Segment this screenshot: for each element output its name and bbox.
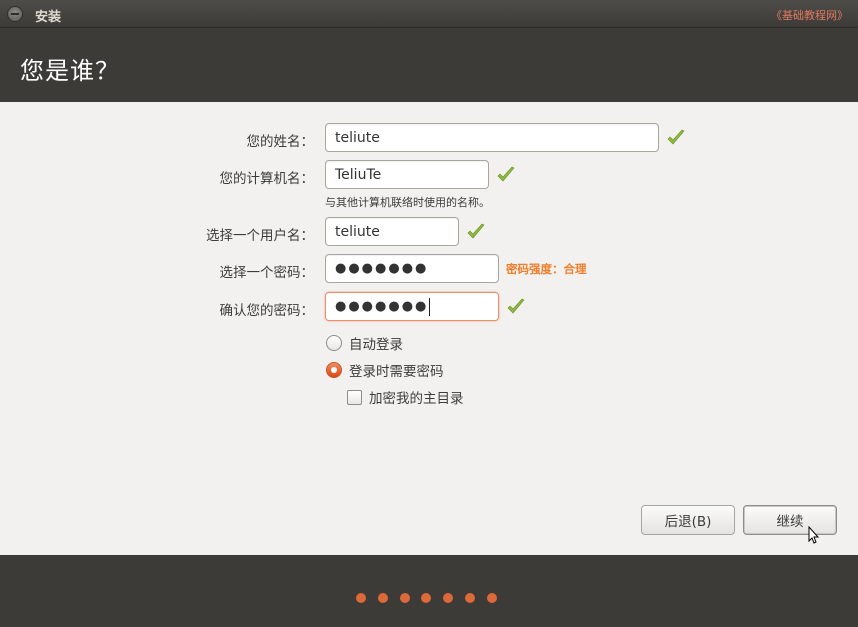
computer-name-field[interactable]: TeliuTe	[325, 160, 489, 189]
progress-dot	[486, 593, 497, 603]
page-header: 您是谁？	[0, 28, 858, 102]
username-label: 选择一个用户名：	[206, 228, 314, 244]
form-area: 您的姓名： teliute 您的计算机名： TeliuTe 与其他计算机联络时使…	[0, 102, 858, 555]
name-label: 您的姓名：	[246, 134, 315, 150]
encrypt-home-option[interactable]: 加密我的主目录	[347, 387, 464, 407]
progress-dot	[443, 593, 454, 603]
progress-footer	[0, 555, 858, 627]
progress-dot	[377, 593, 388, 603]
auto-login-label: 自动登录	[349, 337, 403, 353]
password-label: 选择一个密码：	[219, 265, 315, 281]
username-field[interactable]: teliute	[325, 217, 459, 246]
window-titlebar: 安装 《基础教程网》	[0, 0, 858, 28]
progress-dot	[421, 593, 432, 603]
auto-login-option[interactable]: 自动登录	[326, 333, 403, 353]
name-field[interactable]: teliute	[325, 123, 659, 152]
continue-button[interactable]: 继续	[743, 505, 837, 535]
checkmark-icon	[667, 129, 685, 145]
progress-dot	[464, 593, 475, 603]
encrypt-home-checkbox[interactable]	[347, 389, 362, 405]
progress-dots	[356, 593, 509, 603]
require-password-radio[interactable]	[326, 362, 342, 378]
computer-name-hint: 与其他计算机联络时使用的名称。	[325, 196, 490, 209]
checkmark-icon	[467, 223, 485, 239]
confirm-password-label: 确认您的密码：	[219, 303, 315, 319]
password-field[interactable]: ●●●●●●●	[325, 254, 499, 283]
password-strength-text: 密码强度：合理	[506, 262, 587, 276]
back-button[interactable]: 后退(B)	[641, 505, 735, 535]
page-title: 您是谁？	[20, 57, 120, 85]
text-caret	[429, 297, 431, 316]
confirm-password-value: ●●●●●●●	[335, 299, 429, 314]
confirm-password-field[interactable]: ●●●●●●●	[325, 292, 499, 321]
progress-dot	[399, 593, 410, 603]
require-password-option[interactable]: 登录时需要密码	[326, 360, 444, 380]
mouse-pointer-icon	[808, 526, 820, 544]
window-title: 安装	[35, 10, 62, 25]
checkmark-icon	[497, 166, 515, 182]
require-password-label: 登录时需要密码	[349, 364, 444, 380]
checkmark-icon	[507, 298, 525, 314]
encrypt-home-label: 加密我的主目录	[369, 391, 464, 407]
computer-name-label: 您的计算机名：	[219, 171, 315, 187]
minus-icon	[11, 13, 19, 15]
progress-dot	[356, 593, 366, 603]
auto-login-radio[interactable]	[326, 335, 342, 351]
watermark-text: 《基础教程网》	[771, 9, 848, 22]
close-window-button[interactable]	[7, 6, 23, 22]
